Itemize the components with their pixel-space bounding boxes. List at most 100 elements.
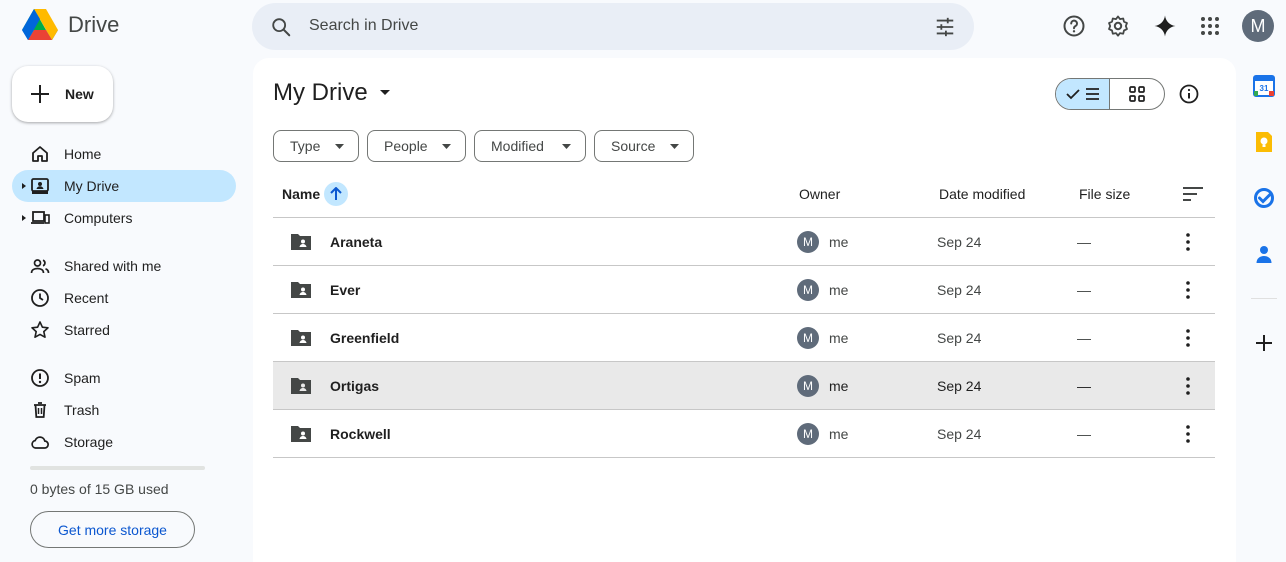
dropdown-arrow-icon bbox=[335, 144, 344, 149]
owner-name: me bbox=[829, 426, 849, 442]
file-name[interactable]: Ortigas bbox=[330, 378, 379, 394]
owner-name: me bbox=[829, 282, 849, 298]
dropdown-arrow-icon bbox=[670, 144, 679, 149]
help-button[interactable] bbox=[1054, 6, 1094, 46]
table-row[interactable]: Araneta M me Sep 24 — bbox=[273, 218, 1215, 265]
sidebar-item-spam[interactable]: Spam bbox=[12, 362, 236, 394]
table-row[interactable]: Ortigas M me Sep 24 — bbox=[273, 362, 1215, 409]
divider bbox=[273, 457, 1215, 458]
filter-label: Source bbox=[611, 138, 656, 154]
grid-view-icon bbox=[1129, 86, 1145, 102]
file-size: — bbox=[1077, 330, 1091, 346]
filter-people[interactable]: People bbox=[367, 130, 466, 162]
column-header-owner[interactable]: Owner bbox=[799, 186, 840, 202]
dropdown-arrow-icon bbox=[562, 144, 571, 149]
file-size: — bbox=[1077, 378, 1091, 394]
contacts-icon[interactable] bbox=[1253, 243, 1275, 265]
sidebar-item-recent[interactable]: Recent bbox=[12, 282, 236, 314]
dropdown-arrow-icon bbox=[442, 144, 451, 149]
new-button[interactable]: New bbox=[12, 66, 113, 122]
shared-folder-icon bbox=[291, 330, 311, 346]
settings-button[interactable] bbox=[1098, 6, 1138, 46]
account-avatar[interactable]: M bbox=[1242, 10, 1274, 42]
sort-direction-button[interactable] bbox=[324, 182, 348, 206]
table-row[interactable]: Ever M me Sep 24 — bbox=[273, 266, 1215, 313]
arrow-up-icon bbox=[330, 187, 342, 200]
filter-source[interactable]: Source bbox=[594, 130, 694, 162]
search-icon[interactable] bbox=[270, 16, 292, 38]
file-size: — bbox=[1077, 234, 1091, 250]
sidebar-item-label: Computers bbox=[64, 210, 133, 226]
gemini-button[interactable] bbox=[1145, 6, 1185, 46]
info-icon[interactable] bbox=[1177, 82, 1201, 106]
sidebar-item-label: Trash bbox=[64, 402, 100, 418]
sidebar-item-starred[interactable]: Starred bbox=[12, 314, 236, 346]
sidebar-item-trash[interactable]: Trash bbox=[12, 394, 236, 426]
file-name[interactable]: Greenfield bbox=[330, 330, 399, 346]
trash-icon bbox=[34, 402, 46, 418]
more-actions-icon[interactable] bbox=[1179, 326, 1197, 350]
sidebar-item-label: Starred bbox=[64, 322, 110, 338]
sidebar-item-computers[interactable]: Computers bbox=[12, 202, 236, 234]
computers-icon bbox=[31, 211, 50, 224]
apps-grid-icon bbox=[1201, 17, 1219, 35]
view-toggle[interactable] bbox=[1055, 78, 1165, 110]
shared-icon bbox=[30, 259, 50, 274]
expand-arrow-icon[interactable] bbox=[20, 182, 28, 190]
get-more-storage-button[interactable]: Get more storage bbox=[30, 511, 195, 548]
shared-folder-icon bbox=[291, 234, 311, 250]
more-actions-icon[interactable] bbox=[1179, 230, 1197, 254]
my-drive-icon bbox=[31, 178, 49, 194]
owner-avatar: M bbox=[797, 423, 819, 445]
sidebar-item-shared[interactable]: Shared with me bbox=[12, 250, 236, 282]
more-actions-icon[interactable] bbox=[1179, 422, 1197, 446]
sidebar-item-label: Spam bbox=[64, 370, 101, 386]
calendar-icon[interactable]: 31 bbox=[1253, 75, 1275, 97]
file-name[interactable]: Ever bbox=[330, 282, 360, 298]
owner-avatar: M bbox=[797, 231, 819, 253]
file-size: — bbox=[1077, 282, 1091, 298]
sidebar-item-label: My Drive bbox=[64, 178, 120, 194]
table-row[interactable]: Rockwell M me Sep 24 — bbox=[273, 410, 1215, 457]
gemini-sparkle-icon bbox=[1154, 15, 1176, 37]
clock-icon bbox=[31, 289, 49, 307]
column-header-name[interactable]: Name bbox=[282, 186, 320, 202]
sort-options-icon[interactable] bbox=[1182, 185, 1204, 203]
search-input[interactable]: Search in Drive bbox=[309, 17, 418, 35]
sidebar-item-my-drive[interactable]: My Drive bbox=[12, 170, 236, 202]
sidebar-item-label: Home bbox=[64, 146, 102, 162]
page-title[interactable]: My Drive bbox=[273, 79, 390, 107]
list-view-button[interactable] bbox=[1056, 79, 1111, 109]
search-bar[interactable]: Search in Drive bbox=[252, 3, 974, 50]
filter-modified[interactable]: Modified bbox=[474, 130, 586, 162]
keep-icon[interactable] bbox=[1253, 131, 1275, 153]
apps-button[interactable] bbox=[1190, 6, 1230, 46]
file-name[interactable]: Araneta bbox=[330, 234, 382, 250]
column-header-date-modified[interactable]: Date modified bbox=[939, 186, 1025, 202]
column-header-file-size[interactable]: File size bbox=[1079, 186, 1130, 202]
date-modified: Sep 24 bbox=[937, 282, 982, 298]
drive-logo-icon[interactable] bbox=[22, 9, 58, 42]
sidebar-item-label: Recent bbox=[64, 290, 109, 306]
tasks-icon[interactable] bbox=[1253, 187, 1275, 209]
rail-divider bbox=[1251, 298, 1277, 299]
spam-icon bbox=[31, 369, 49, 387]
sidebar-item-storage[interactable]: Storage bbox=[12, 426, 236, 458]
sidebar-item-home[interactable]: Home bbox=[12, 138, 236, 170]
filter-type[interactable]: Type bbox=[273, 130, 359, 162]
table-row[interactable]: Greenfield M me Sep 24 — bbox=[273, 314, 1215, 361]
more-actions-icon[interactable] bbox=[1179, 278, 1197, 302]
add-icon[interactable] bbox=[1253, 332, 1275, 354]
sidebar-item-label: Storage bbox=[64, 434, 114, 450]
file-name[interactable]: Rockwell bbox=[330, 426, 391, 442]
grid-view-button[interactable] bbox=[1110, 79, 1164, 109]
date-modified: Sep 24 bbox=[937, 234, 982, 250]
shared-folder-icon bbox=[291, 426, 311, 442]
more-actions-icon[interactable] bbox=[1179, 374, 1197, 398]
owner-avatar: M bbox=[797, 327, 819, 349]
expand-arrow-icon[interactable] bbox=[20, 214, 28, 222]
settings-icon bbox=[1108, 15, 1128, 37]
search-options-icon[interactable] bbox=[934, 16, 956, 38]
star-icon bbox=[31, 321, 49, 338]
app-name[interactable]: Drive bbox=[68, 12, 119, 38]
